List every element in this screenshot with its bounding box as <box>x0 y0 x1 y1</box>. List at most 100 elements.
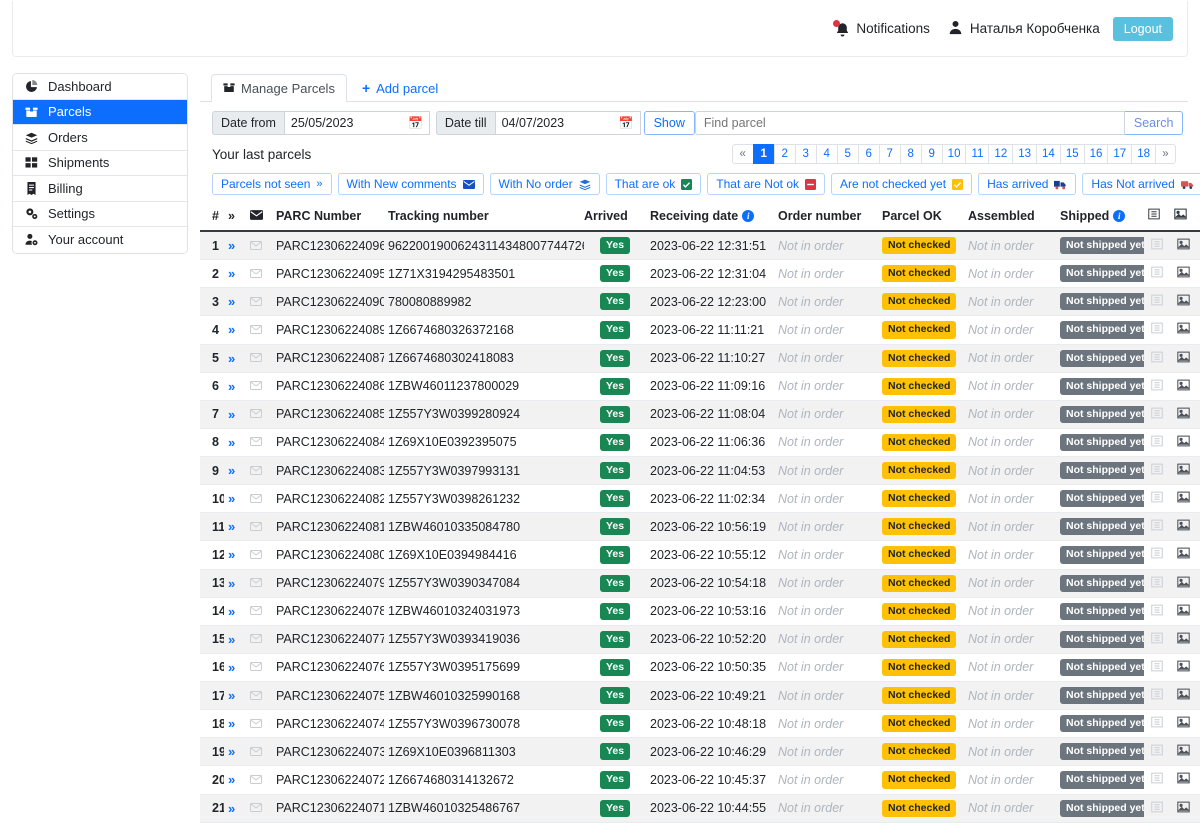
row-comments-button[interactable] <box>246 484 272 514</box>
cell-parc-number[interactable]: PARC12306224084 <box>272 428 384 458</box>
table-row[interactable]: 1 » PARC12306224096 96220019006243114348007… <box>200 231 1200 261</box>
double-chevron-icon[interactable]: » <box>228 266 235 281</box>
column-header-parcel-ok[interactable]: Parcel OK <box>878 204 964 232</box>
column-header-arrived[interactable]: Arrived <box>584 204 646 232</box>
image-icon[interactable] <box>1176 716 1190 731</box>
pagination-page-2[interactable]: 2 <box>773 144 795 164</box>
calendar-icon[interactable]: 📅 <box>408 116 423 130</box>
column-header-number[interactable]: # <box>200 204 224 232</box>
cell-parc-number[interactable]: PARC12306224078 <box>272 597 384 626</box>
cell-info[interactable]: i <box>1196 428 1200 458</box>
row-comments-button[interactable] <box>246 681 272 711</box>
table-row[interactable]: 20 » PARC123062240721Z6674680314132672 Yes 2… <box>200 765 1200 795</box>
table-row[interactable]: 12 » PARC123062240801Z69X10E0394984416 Yes 2… <box>200 540 1200 570</box>
row-comments-button[interactable] <box>246 259 272 289</box>
table-row[interactable]: 18 » PARC123062240741Z557Y3W0396730078 Yes 2… <box>200 709 1200 739</box>
cell-tracking-number[interactable]: 1Z69X10E0396811303 <box>384 737 584 767</box>
double-chevron-icon[interactable]: » <box>228 632 235 647</box>
image-icon[interactable] <box>1176 547 1190 562</box>
pagination-page-3[interactable]: 3 <box>794 144 816 164</box>
calendar-icon[interactable]: 📅 <box>619 116 634 130</box>
cell-parc-number[interactable]: PARC12306224083 <box>272 456 384 486</box>
row-comments-button[interactable] <box>246 765 272 795</box>
pagination-page-11[interactable]: 11 <box>965 144 989 164</box>
cell-tracking-number[interactable]: 1Z557Y3W0393419036 <box>384 625 584 654</box>
list-icon[interactable] <box>1151 660 1163 675</box>
cell-parc-number[interactable]: PARC12306224085 <box>272 400 384 429</box>
image-icon[interactable] <box>1176 801 1190 816</box>
cell-images[interactable] <box>1170 231 1196 261</box>
table-row[interactable]: 16 » PARC123062240761Z557Y3W0395175699 Yes 2… <box>200 653 1200 683</box>
row-comments-button[interactable] <box>246 653 272 683</box>
image-icon[interactable] <box>1176 407 1190 422</box>
row-comments-button[interactable] <box>246 372 272 401</box>
cell-notes[interactable] <box>1144 344 1170 373</box>
column-header-images[interactable] <box>1170 204 1196 232</box>
double-chevron-icon[interactable]: » <box>228 238 235 253</box>
pagination-page-5[interactable]: 5 <box>836 144 858 164</box>
column-header-assembled[interactable]: Assembled <box>964 204 1056 232</box>
double-chevron-icon[interactable]: » <box>228 772 235 787</box>
expand-row-button[interactable]: » <box>224 484 246 514</box>
row-comments-button[interactable] <box>246 287 272 317</box>
cell-parc-number[interactable]: PARC12306224090 <box>272 287 384 317</box>
sidebar-item-your-account[interactable]: Your account <box>13 227 187 253</box>
image-icon[interactable] <box>1176 772 1190 787</box>
cell-notes[interactable] <box>1144 259 1170 289</box>
column-header-shipped[interactable]: Shipped i <box>1056 204 1144 232</box>
cell-info[interactable]: i <box>1196 512 1200 542</box>
cell-parc-number[interactable]: PARC12306224073 <box>272 737 384 767</box>
double-chevron-icon[interactable]: » <box>228 491 235 506</box>
expand-row-button[interactable]: » <box>224 737 246 767</box>
cell-notes[interactable] <box>1144 231 1170 261</box>
cell-info[interactable]: i <box>1196 653 1200 683</box>
cell-parc-number[interactable]: PARC12306224080 <box>272 540 384 570</box>
cell-notes[interactable] <box>1144 540 1170 570</box>
list-icon[interactable] <box>1151 491 1163 506</box>
image-icon[interactable] <box>1176 351 1190 366</box>
logout-button[interactable]: Logout <box>1112 16 1173 41</box>
cell-images[interactable] <box>1170 512 1196 542</box>
cell-info[interactable]: i <box>1196 737 1200 767</box>
column-header-envelope[interactable] <box>246 204 272 232</box>
row-comments-button[interactable] <box>246 456 272 486</box>
info-icon[interactable]: i <box>1113 209 1126 222</box>
double-chevron-icon[interactable]: » <box>228 604 235 619</box>
cell-parc-number[interactable]: PARC12306224074 <box>272 709 384 739</box>
cell-tracking-number[interactable]: 1Z557Y3W0399280924 <box>384 400 584 429</box>
cell-tracking-number[interactable]: 1Z69X10E0394984416 <box>384 540 584 570</box>
cell-tracking-number[interactable]: 1Z6674680314132672 <box>384 765 584 795</box>
double-chevron-icon[interactable]: » <box>228 576 235 591</box>
cell-tracking-number[interactable]: 9622001900624311434800774472650675 <box>384 231 584 261</box>
list-icon[interactable] <box>1151 435 1163 450</box>
pagination-page-16[interactable]: 16 <box>1083 144 1108 164</box>
image-icon[interactable] <box>1176 379 1190 394</box>
cell-info[interactable]: i <box>1196 259 1200 289</box>
cell-images[interactable] <box>1170 569 1196 598</box>
list-icon[interactable] <box>1151 632 1163 647</box>
row-comments-button[interactable] <box>246 428 272 458</box>
cell-tracking-number[interactable]: 1Z557Y3W0398261232 <box>384 484 584 514</box>
date-till-input[interactable]: 04/07/2023 📅 <box>494 111 641 135</box>
table-row[interactable]: 5 » PARC12306224087 1Z6674680302418083 Yes 20… <box>200 344 1200 373</box>
double-chevron-icon[interactable]: » <box>228 322 235 337</box>
chip-that-are-not-ok[interactable]: That are Not ok <box>707 173 825 195</box>
cell-images[interactable] <box>1170 681 1196 711</box>
row-comments-button[interactable] <box>246 709 272 739</box>
cell-notes[interactable] <box>1144 653 1170 683</box>
cell-images[interactable] <box>1170 259 1196 289</box>
cell-images[interactable] <box>1170 597 1196 626</box>
cell-notes[interactable] <box>1144 512 1170 542</box>
list-icon[interactable] <box>1151 294 1163 309</box>
list-icon[interactable] <box>1151 604 1163 619</box>
cell-notes[interactable] <box>1144 681 1170 711</box>
cell-tracking-number[interactable]: 1ZBW46010335084780 <box>384 512 584 542</box>
expand-row-button[interactable]: » <box>224 344 246 373</box>
double-chevron-icon[interactable]: » <box>228 547 235 562</box>
cell-images[interactable] <box>1170 287 1196 317</box>
image-icon[interactable] <box>1176 238 1190 253</box>
list-icon[interactable] <box>1151 716 1163 731</box>
cell-images[interactable] <box>1170 344 1196 373</box>
double-chevron-icon[interactable]: » <box>228 744 235 759</box>
cell-tracking-number[interactable]: 1Z6674680326372168 <box>384 315 584 345</box>
